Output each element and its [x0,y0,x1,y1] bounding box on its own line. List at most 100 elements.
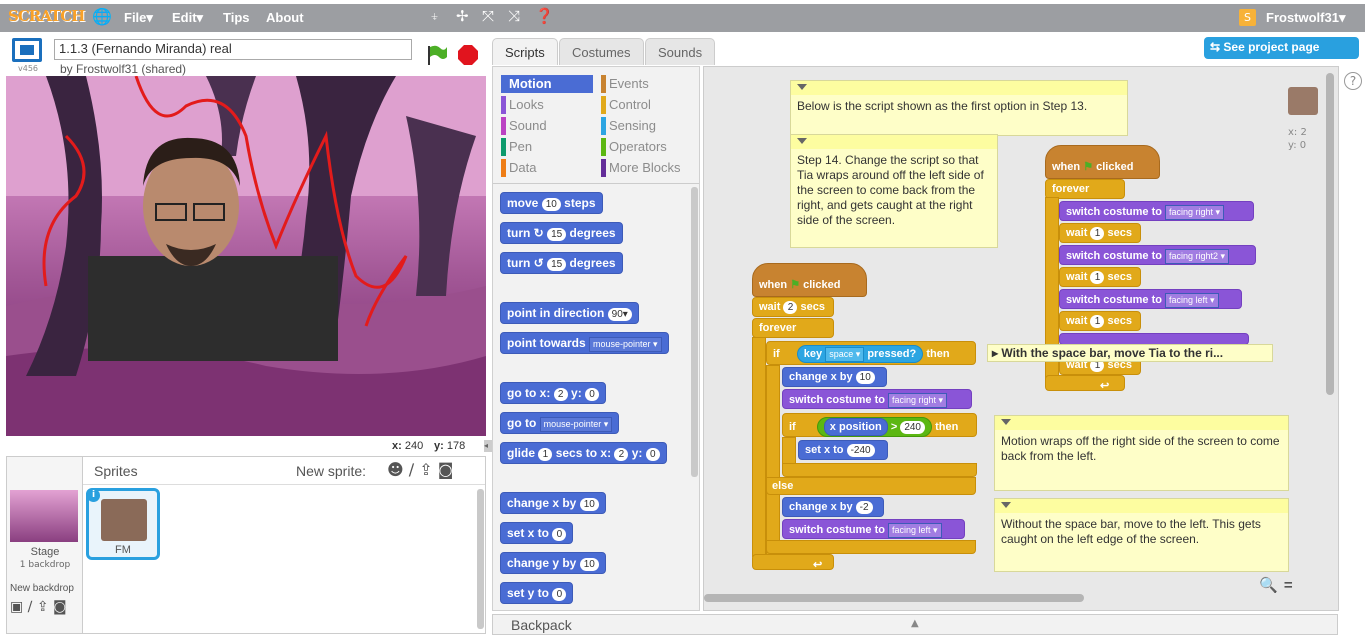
stage-y-label: y: 178 [434,440,466,452]
set-x-block[interactable]: set x to 0 [500,522,574,544]
switch-costume-block[interactable]: switch costume to facing left ▾ [782,519,965,539]
vertical-scrollbar[interactable] [1326,73,1334,395]
help-icon[interactable]: ❓ [535,7,554,25]
fullscreen-icon[interactable] [12,38,42,62]
sprite-name: FM [115,544,131,556]
switch-costume-block[interactable]: switch costume to facing right ▾ [1059,201,1254,221]
collapsed-comment[interactable]: ▸ With the space bar, move Tia to the ri… [987,344,1273,362]
horizontal-scrollbar[interactable] [704,594,1084,602]
my-stuff-icon[interactable]: S [1239,9,1256,26]
stage-panel: Stage 1 backdrop New backdrop ▣ ∕ ⇪ ◙ [7,457,83,633]
sprite-y-info: y: 0 [1288,140,1307,151]
wait-block[interactable]: wait 1 secs [1059,311,1141,331]
category-operators[interactable]: Operators [601,138,667,156]
when-flag-clicked-hat-1[interactable]: when ⚑ clicked [752,263,867,297]
comment-note-4[interactable]: Without the space bar, move to the left.… [994,498,1289,572]
category-data[interactable]: Data [501,159,536,177]
expand-backpack-icon[interactable]: ▲ [911,618,919,629]
set-x-block[interactable]: set x to -240 [798,440,888,460]
zoom-out-icon[interactable]: 🔍 [1259,577,1278,594]
if-arm [766,365,780,555]
turn-cw-block[interactable]: turn ↻ 15 degrees [500,222,623,244]
grow-icon[interactable]: ⤧ [482,7,494,25]
sprite-scrollbar[interactable] [477,489,484,629]
menu-file[interactable]: File▾ [124,10,153,26]
category-control[interactable]: Control [601,96,651,114]
tab-costumes[interactable]: Costumes [559,38,644,65]
category-more-blocks[interactable]: More Blocks [601,159,681,177]
menu-edit[interactable]: Edit▾ [172,10,203,26]
backdrop-tools-icons[interactable]: ▣ ∕ ⇪ ◙ [10,599,67,615]
if-block-nested[interactable]: if x position > 240 then [782,413,977,437]
sync-icon: ⇆ [1210,40,1221,54]
move-block[interactable]: move 10 steps [500,192,603,214]
set-y-block[interactable]: set y to 0 [500,582,574,604]
palette-scrollbar[interactable] [691,187,698,477]
nested-if-end [782,463,977,477]
backdrop-count: 1 backdrop [19,560,71,570]
switch-costume-block[interactable]: switch costume to facing right ▾ [782,389,972,409]
globe-icon[interactable]: 🌐 [92,7,112,26]
comment-note-1[interactable]: Below is the script shown as the first o… [790,80,1128,136]
new-backdrop-label: New backdrop [10,583,74,594]
change-x-block[interactable]: change x by 10 [500,492,606,514]
change-x-block[interactable]: change x by 10 [782,367,887,387]
green-flag-icon: ⚑ [790,279,801,291]
forever-block-2[interactable]: forever [1045,179,1125,199]
see-project-page-button[interactable]: ⇆ Se​e project page [1204,37,1359,59]
turn-ccw-block[interactable]: turn ↺ 15 degrees [500,252,623,274]
green-flag-icon[interactable] [426,44,448,66]
if-else-block[interactable]: if key space ▾ pressed? then [766,341,976,365]
category-looks[interactable]: Looks [501,96,544,114]
go-to-xy-block[interactable]: go to x: 2 y: 0 [500,382,607,404]
category-pen[interactable]: Pen [501,138,532,156]
greater-than-operator[interactable]: x position > 240 [816,417,932,437]
shrink-icon[interactable]: ⤨ [508,7,520,25]
when-flag-clicked-hat-2[interactable]: when ⚑ clicked [1045,145,1160,179]
help-icon[interactable]: ? [1344,72,1362,90]
tab-scripts[interactable]: Scripts [492,38,558,65]
scratch-logo[interactable]: SCRATCH [8,7,85,25]
cut-icon[interactable]: ✢ [456,7,469,25]
switch-costume-block[interactable]: switch costume to facing right2 ▾ [1059,245,1256,265]
glide-block[interactable]: glide 1 secs to x: 2 y: 0 [500,442,667,464]
new-sprite-label: New sprite: [296,463,367,479]
script-area[interactable]: x: 2 y: 0 Below is the script shown as t… [703,66,1339,611]
category-sensing[interactable]: Sensing [601,117,656,135]
menu-tips[interactable]: Tips [223,10,250,25]
new-sprite-tools-icons[interactable]: ☻ ∕ ⇪ ◙ [387,460,453,479]
point-direction-block[interactable]: point in direction 90▾ [500,302,639,324]
wait-block[interactable]: wait 1 secs [1059,267,1141,287]
nested-if-arm [782,437,796,465]
go-to-block[interactable]: go to mouse-pointer ▾ [500,412,620,434]
collapse-stage-icon[interactable]: ◂ [484,440,492,452]
info-icon[interactable]: i [87,489,100,502]
change-x-block[interactable]: change x by -2 [782,497,884,517]
category-sound[interactable]: Sound [501,117,547,135]
username[interactable]: Frostwolf31▾ [1266,10,1345,26]
stage[interactable] [6,76,486,436]
stage-thumbnail[interactable] [10,490,78,542]
forever-block-1[interactable]: forever [752,318,834,338]
category-motion[interactable]: Motion [501,75,593,93]
comment-note-2[interactable]: Step 14. Change the script so that Tia w… [790,134,998,248]
zoom-controls: 🔍 = [1259,576,1329,596]
tab-sounds[interactable]: Sounds [645,38,716,65]
wait-block[interactable]: wait 1 secs [1059,223,1141,243]
backpack-bar[interactable]: Backpack ▲ [492,614,1338,635]
stop-icon[interactable] [457,44,479,66]
duplicate-icon[interactable]: ⍖ [430,7,439,25]
project-title-input[interactable]: 1.1.3 (Fernando Miranda) real [54,39,412,60]
key-pressed-sensor[interactable]: key space ▾ pressed? [796,345,924,363]
stage-x-label: x: 240 [392,440,424,452]
category-events[interactable]: Events [601,75,649,93]
menu-about[interactable]: About [266,10,304,25]
sprite-fm[interactable]: i FM [86,488,160,560]
forever-end-1: ↩ [752,554,834,571]
zoom-reset-icon[interactable]: = [1284,577,1293,594]
change-y-block[interactable]: change y by 10 [500,552,606,574]
comment-note-3[interactable]: Motion wraps off the right side of the s… [994,415,1289,491]
wait-block[interactable]: wait 2 secs [752,297,834,317]
switch-costume-block[interactable]: switch costume to facing left ▾ [1059,289,1242,309]
point-towards-block[interactable]: point towards mouse-pointer ▾ [500,332,669,354]
